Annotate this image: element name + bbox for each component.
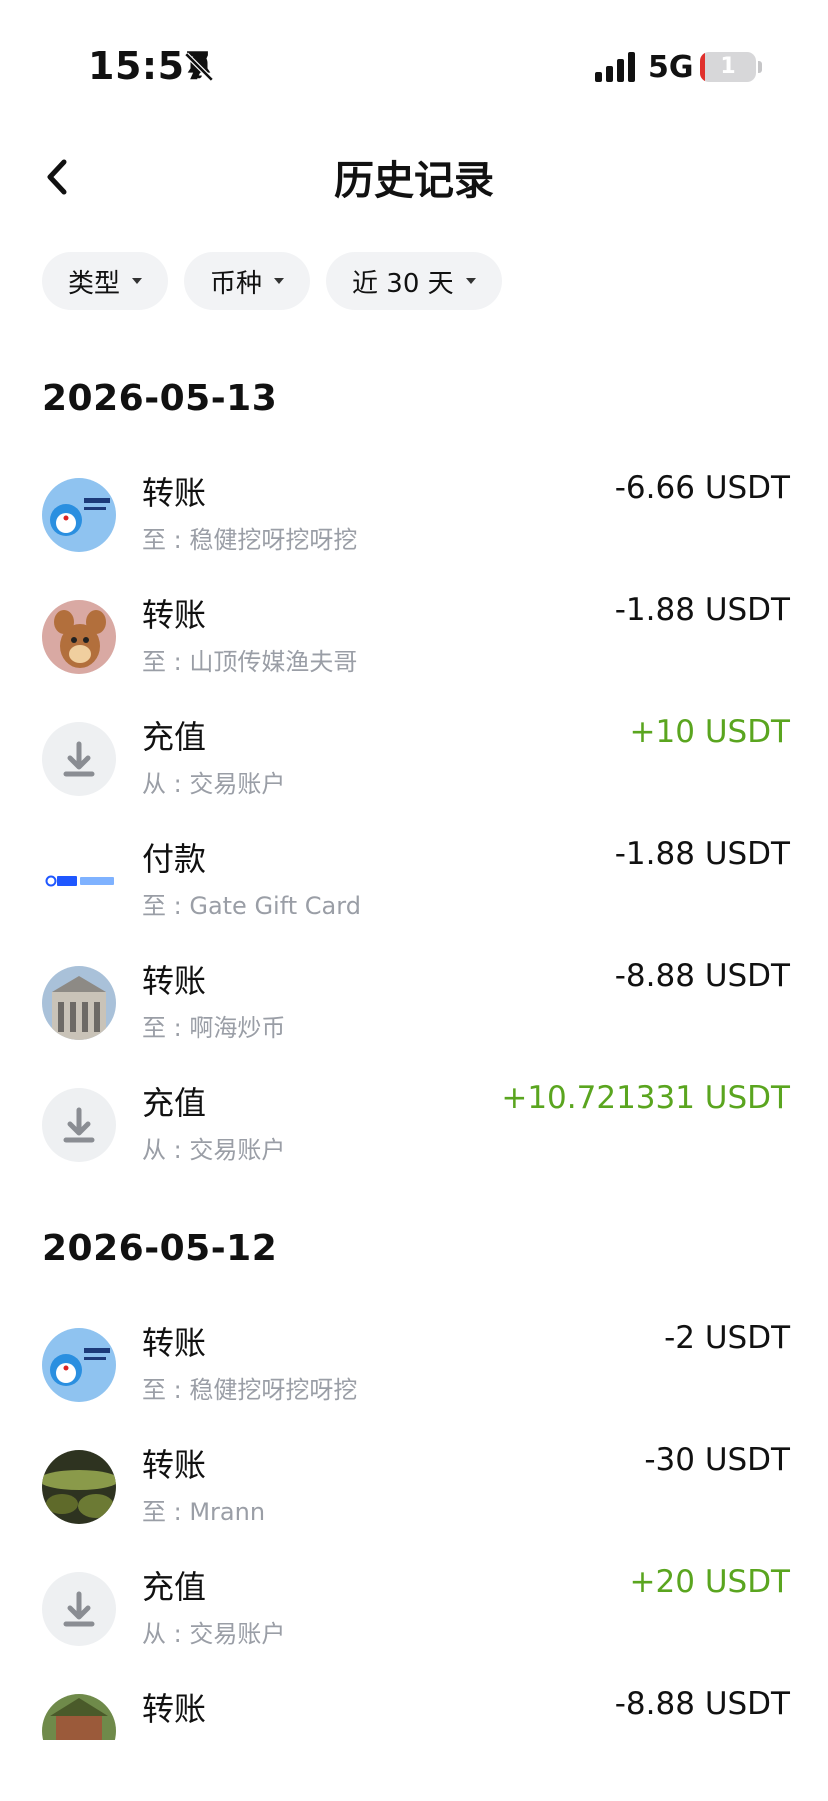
row-amount: +10 USDT: [629, 714, 790, 750]
row-amount: -1.88 USDT: [614, 836, 790, 872]
caret-down-icon: [274, 278, 285, 284]
download-icon: [42, 722, 116, 796]
row-subtitle: 至 : 稳健挖呀挖呀挖: [142, 526, 358, 554]
transaction-row[interactable]: 转账 至 : 啊海炒币 -8.88 USDT: [0, 956, 828, 1066]
caret-down-icon: [465, 278, 476, 284]
row-amount: -2 USDT: [664, 1320, 790, 1356]
gate-giftcard-logo: [42, 844, 116, 918]
row-amount: +10.721331 USDT: [501, 1080, 790, 1116]
transaction-row[interactable]: 转账 至 : 山顶传媒渔夫哥 -1.88 USDT: [0, 590, 828, 700]
filter-currency-label: 币种: [210, 268, 263, 299]
transaction-row[interactable]: 充值 从 : 交易账户 +20 USDT: [0, 1562, 828, 1672]
row-amount: -6.66 USDT: [614, 470, 790, 506]
filter-type-label: 类型: [68, 268, 121, 299]
row-subtitle: 至 : 山顶传媒渔夫哥: [142, 648, 358, 676]
filter-period-label: 近 30 天: [352, 268, 454, 299]
filter-currency[interactable]: 币种: [184, 252, 311, 310]
filter-type[interactable]: 类型: [42, 252, 169, 310]
row-title: 转账: [142, 1324, 207, 1362]
battery-icon: 1: [700, 52, 756, 82]
row-amount: -1.88 USDT: [614, 592, 790, 628]
row-title: 转账: [142, 596, 207, 634]
transaction-row[interactable]: 转账 至 : 稳健挖呀挖呀挖 -6.66 USDT: [0, 468, 828, 578]
row-amount: +20 USDT: [629, 1564, 790, 1600]
signal-icon: [595, 52, 635, 82]
section-date: 2026-05-12: [42, 1228, 278, 1269]
row-title: 充值: [142, 1084, 207, 1122]
row-title: 转账: [142, 474, 207, 512]
row-title: 转账: [142, 1446, 207, 1484]
row-title: 充值: [142, 1568, 207, 1606]
row-subtitle: 至 : Gate Gift Card: [142, 892, 361, 920]
row-subtitle: 至 : 啊海炒币: [142, 1014, 286, 1042]
network-type: 5G: [648, 50, 694, 85]
row-title: 转账: [142, 962, 207, 1000]
transaction-row[interactable]: 转账 至 : Mrann -30 USDT: [0, 1440, 828, 1550]
battery-level: 1: [720, 54, 736, 79]
row-title: 付款: [142, 840, 207, 878]
transaction-row[interactable]: 转账 -8.88 USDT: [0, 1684, 828, 1740]
transaction-row[interactable]: 转账 至 : 稳健挖呀挖呀挖 -2 USDT: [0, 1318, 828, 1428]
status-bar: 15:57 5G 1: [0, 0, 828, 130]
filter-period[interactable]: 近 30 天: [326, 252, 502, 310]
row-title: 转账: [142, 1690, 207, 1728]
row-subtitle: 从 : 交易账户: [142, 770, 286, 798]
doraemon-avatar: [42, 478, 116, 552]
temple-avatar: [42, 1694, 116, 1740]
battery-cap: [758, 61, 762, 73]
row-amount: -30 USDT: [644, 1442, 790, 1478]
bell-off-icon: [184, 52, 214, 82]
filter-bar: 类型 币种 近 30 天: [42, 252, 502, 310]
row-subtitle: 从 : 交易账户: [142, 1620, 286, 1648]
row-amount: -8.88 USDT: [614, 1686, 790, 1722]
transaction-row[interactable]: 充值 从 : 交易账户 +10.721331 USDT: [0, 1078, 828, 1188]
row-subtitle: 从 : 交易账户: [142, 1136, 286, 1164]
row-subtitle: 至 : 稳健挖呀挖呀挖: [142, 1376, 358, 1404]
jerry-avatar: [42, 600, 116, 674]
caret-down-icon: [132, 278, 143, 284]
transaction-row[interactable]: 充值 从 : 交易账户 +10 USDT: [0, 712, 828, 822]
row-subtitle: 至 : Mrann: [142, 1498, 266, 1526]
doraemon-avatar: [42, 1328, 116, 1402]
page-title: 历史记录: [334, 158, 494, 204]
row-amount: -8.88 USDT: [614, 958, 790, 994]
section-date: 2026-05-13: [42, 378, 278, 419]
download-icon: [42, 1572, 116, 1646]
landscape-avatar: [42, 1450, 116, 1524]
building-avatar: [42, 966, 116, 1040]
row-title: 充值: [142, 718, 207, 756]
transaction-row[interactable]: 付款 至 : Gate Gift Card -1.88 USDT: [0, 834, 828, 944]
download-icon: [42, 1088, 116, 1162]
